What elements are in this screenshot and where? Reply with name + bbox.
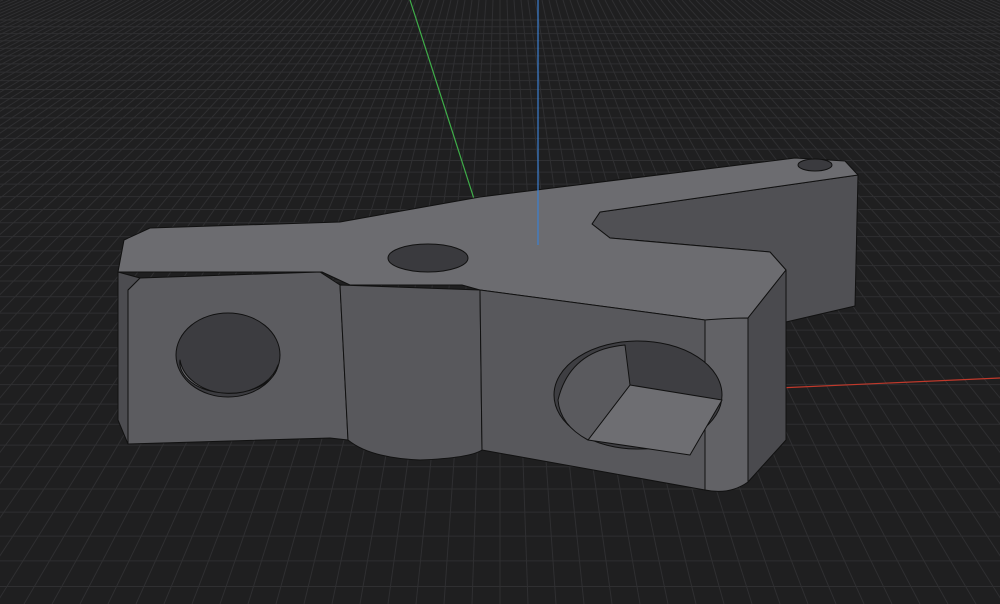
grid-line [835,0,1000,99]
grid-line [856,0,1000,82]
grid-line [0,0,130,71]
grid-line [0,0,32,14]
grid-line [0,0,53,24]
grid-line [0,0,60,28]
grid-line [0,0,11,5]
grid-line [0,0,102,52]
grid-line [989,0,1000,5]
grid-line [940,0,1000,28]
grid-line [947,0,1000,24]
scene [0,0,1000,604]
3d-viewport[interactable] [0,0,1000,604]
grid-line [968,0,1000,14]
grid-line [870,0,1000,71]
boss-cylinder-face [339,284,483,461]
y-axis-line [409,0,477,206]
top-hole [387,243,469,273]
small-top-hole [797,158,833,172]
grid-line [898,0,1000,52]
